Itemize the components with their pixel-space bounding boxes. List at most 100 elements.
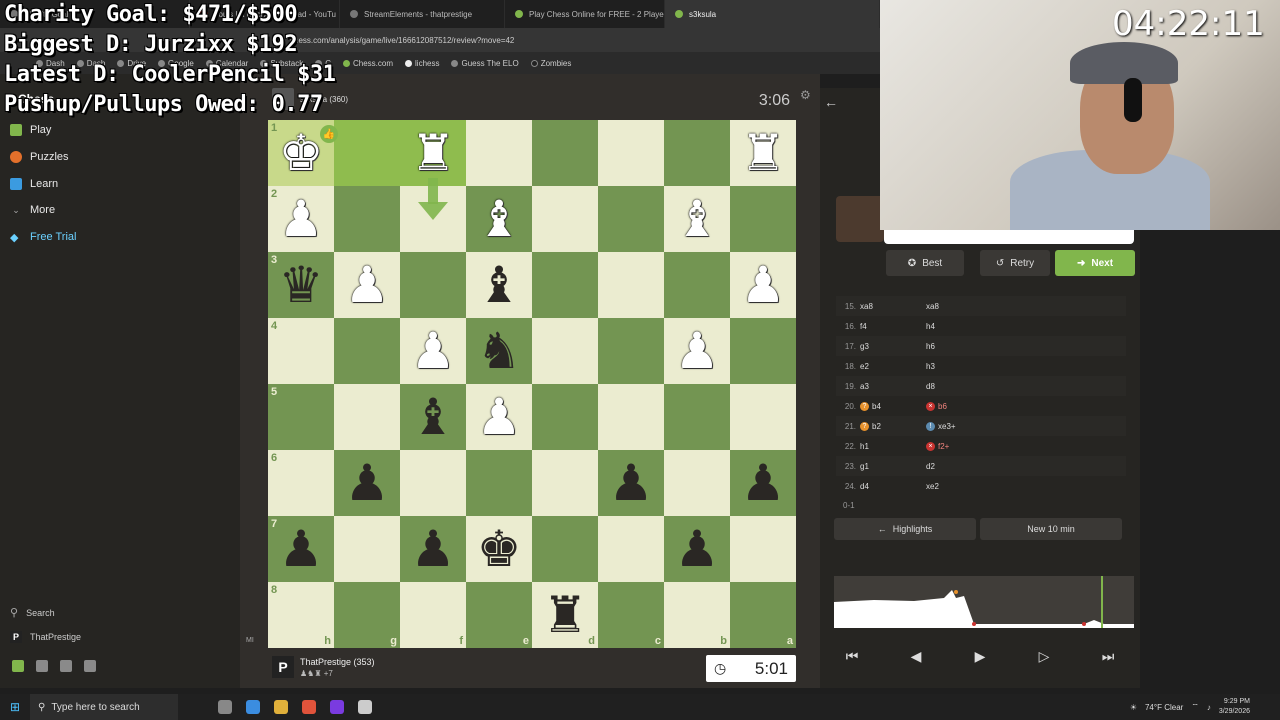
black-move[interactable]: ! xe3+ <box>926 421 992 431</box>
black-queen-icon[interactable]: ♛ <box>279 260 324 310</box>
retry-button[interactable]: ↺ Retry <box>980 250 1050 276</box>
black-move[interactable]: h3 <box>926 362 992 371</box>
best-button[interactable]: ✪ Best <box>886 250 964 276</box>
board-square[interactable] <box>532 120 598 186</box>
sidebar-search[interactable]: ⚲ Search <box>10 606 55 619</box>
board-square[interactable]: ♝ <box>400 384 466 450</box>
taskbar-search[interactable]: ⚲ Type here to search <box>30 694 178 720</box>
board-square[interactable] <box>466 120 532 186</box>
bookmark[interactable]: Chess.com <box>343 59 393 68</box>
white-move[interactable]: h1 <box>860 442 926 451</box>
board-square[interactable] <box>532 384 598 450</box>
black-move[interactable]: h4 <box>926 322 992 331</box>
app-icon[interactable] <box>330 700 344 714</box>
black-move[interactable]: xa8 <box>926 302 992 311</box>
board-square[interactable] <box>334 186 400 252</box>
board-square[interactable] <box>730 318 796 384</box>
bell-icon[interactable] <box>60 660 72 672</box>
board-square[interactable]: ♟ <box>664 318 730 384</box>
board-square[interactable]: ♟ <box>598 450 664 516</box>
chess-board[interactable]: 1 ♚ ♜ ♜ 2 ♟ ♝ ♝ 3 ♛ ♟ ♝ ♟ 4 ♟ ♞ ♟ 5 ♝ ♟ 6 ♟ ♟ ♟ 7 ♟ ♟ ♚ ♟ 8 h g f e d ♜ c b a <box>268 120 796 648</box>
next-move-icon[interactable]: ▷ <box>1024 648 1064 665</box>
board-square[interactable]: b <box>664 582 730 648</box>
evaluation-graph[interactable] <box>834 576 1134 628</box>
board-square[interactable] <box>334 318 400 384</box>
board-square[interactable]: ♟ <box>664 516 730 582</box>
black-bishop-icon[interactable]: ♝ <box>411 392 456 442</box>
sidebar-item-puzzles[interactable]: Puzzles <box>10 147 69 167</box>
black-pawn-icon[interactable]: ♟ <box>675 524 720 574</box>
white-pawn-icon[interactable]: ♟ <box>477 392 522 442</box>
board-square[interactable]: ♝ <box>664 186 730 252</box>
black-pawn-icon[interactable]: ♟ <box>345 458 390 508</box>
board-square[interactable]: ♟ <box>334 450 400 516</box>
black-move[interactable]: × f2+ <box>926 441 992 451</box>
board-square[interactable]: d ♜ <box>532 582 598 648</box>
board-square[interactable]: ♝ <box>466 252 532 318</box>
board-square[interactable] <box>598 120 664 186</box>
board-square[interactable]: c <box>598 582 664 648</box>
board-square[interactable]: ♟ <box>730 450 796 516</box>
white-move[interactable]: xa8 <box>860 302 926 311</box>
board-square[interactable]: ♝ <box>466 186 532 252</box>
board-square[interactable] <box>400 450 466 516</box>
board-square[interactable]: 4 <box>268 318 334 384</box>
friends-icon[interactable] <box>12 660 24 672</box>
black-move[interactable]: h6 <box>926 342 992 351</box>
board-square[interactable] <box>598 318 664 384</box>
white-move[interactable]: g1 <box>860 462 926 471</box>
sidebar-item-learn[interactable]: Learn <box>10 174 58 194</box>
white-pawn-icon[interactable]: ♟ <box>675 326 720 376</box>
board-square[interactable] <box>334 516 400 582</box>
obs-icon[interactable] <box>358 700 372 714</box>
black-rook-icon[interactable]: ♜ <box>543 590 588 640</box>
white-move[interactable]: ? b4 <box>860 401 926 411</box>
sidebar-item-play[interactable]: Play <box>10 120 51 140</box>
white-king-icon[interactable]: ♚ <box>279 128 324 178</box>
white-pawn-icon[interactable]: ♟ <box>345 260 390 310</box>
white-move[interactable]: a3 <box>860 382 926 391</box>
board-square[interactable]: ♟ <box>730 252 796 318</box>
board-square[interactable]: ♟ <box>400 516 466 582</box>
browser-tab[interactable]: StreamElements - thatprestige <box>340 0 505 28</box>
black-pawn-icon[interactable]: ♟ <box>741 458 786 508</box>
board-square[interactable]: a <box>730 582 796 648</box>
board-square[interactable]: ♟ <box>466 384 532 450</box>
brave-icon[interactable] <box>302 700 316 714</box>
task-view-icon[interactable] <box>218 700 232 714</box>
avatar[interactable]: P <box>272 656 294 678</box>
copilot-icon[interactable] <box>246 700 260 714</box>
black-move[interactable]: × b6 <box>926 401 992 411</box>
white-bishop-icon[interactable]: ♝ <box>477 194 522 244</box>
play-icon[interactable]: ▶ <box>960 648 1000 665</box>
black-move[interactable]: d2 <box>926 462 992 471</box>
black-move[interactable]: xe2 <box>926 482 992 491</box>
board-square[interactable] <box>532 516 598 582</box>
board-square[interactable] <box>532 186 598 252</box>
board-square[interactable]: ♜ <box>400 120 466 186</box>
bookmark[interactable]: lichess <box>405 59 439 68</box>
board-square[interactable]: e <box>466 582 532 648</box>
board-square[interactable]: 2 ♟ <box>268 186 334 252</box>
settings-gear-icon[interactable]: ⚙ <box>800 88 811 102</box>
black-king-icon[interactable]: ♚ <box>477 524 522 574</box>
white-pawn-icon[interactable]: ♟ <box>279 194 324 244</box>
bottom-player-name[interactable]: ThatPrestige (353) <box>300 657 375 667</box>
board-square[interactable] <box>466 450 532 516</box>
white-pawn-icon[interactable]: ♟ <box>741 260 786 310</box>
board-square[interactable] <box>730 516 796 582</box>
new-game-button[interactable]: New 10 min <box>980 518 1122 540</box>
browser-tab-active[interactable]: s3ksula <box>665 0 880 28</box>
minimize-label[interactable]: MI <box>246 637 254 644</box>
sidebar-item-free-trial[interactable]: ◆ Free Trial <box>10 227 76 247</box>
black-knight-icon[interactable]: ♞ <box>477 326 522 376</box>
mail-icon[interactable] <box>36 660 48 672</box>
white-move[interactable]: g3 <box>860 342 926 351</box>
back-arrow-icon[interactable]: ← <box>824 94 838 110</box>
board-square[interactable] <box>664 450 730 516</box>
bookmark[interactable]: Guess The ELO <box>451 59 519 68</box>
black-bishop-icon[interactable]: ♝ <box>477 260 522 310</box>
sidebar-user[interactable]: P ThatPrestige <box>10 631 81 643</box>
weather-text[interactable]: 74°F Clear <box>1145 703 1183 712</box>
previous-move-icon[interactable]: ◀ <box>896 648 936 665</box>
